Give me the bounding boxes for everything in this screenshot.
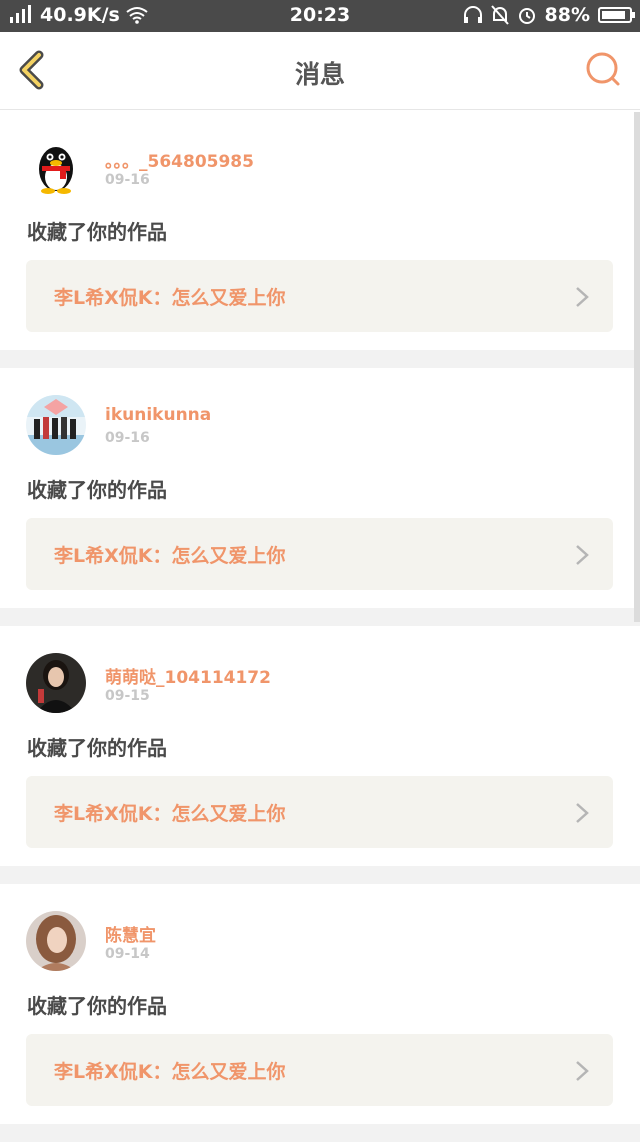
message-date: 09-14 [105, 946, 150, 962]
username[interactable]: 。。。_564805985 [105, 147, 254, 172]
work-title: 李L希X侃K：怎么又爱上你 [54, 803, 286, 825]
work-title: 李L希X侃K：怎么又爱上你 [54, 1061, 286, 1083]
chevron-right-icon [576, 545, 589, 565]
message-card: 萌萌哒_104114172 09-15 收藏了你的作品 李L希X侃K：怎么又爱上… [0, 626, 640, 866]
work-link[interactable]: 李L希X侃K：怎么又爱上你 [26, 776, 613, 848]
message-date: 09-16 [105, 172, 150, 188]
qq-penguin-avatar[interactable] [26, 137, 86, 197]
alarm-icon [518, 8, 535, 24]
message-date: 09-15 [105, 688, 150, 704]
status-right: 88% [463, 4, 635, 26]
message-date: 09-16 [105, 430, 150, 446]
work-link[interactable]: 李L希X侃K：怎么又爱上你 [26, 1034, 613, 1106]
message-card: 陈慧宜 09-14 收藏了你的作品 李L希X侃K：怎么又爱上你 [0, 884, 640, 1124]
username[interactable]: 萌萌哒_104114172 [105, 663, 271, 688]
work-title: 李L希X侃K：怎么又爱上你 [54, 287, 286, 309]
battery-level [602, 11, 625, 19]
status-bar: 40.9K/s 20:23 88% [0, 0, 640, 32]
work-link[interactable]: 李L希X侃K：怎么又爱上你 [26, 260, 613, 332]
username[interactable]: 陈慧宜 [105, 921, 156, 946]
work-title: 李L希X侃K：怎么又爱上你 [54, 545, 286, 567]
action-text: 收藏了你的作品 [27, 994, 167, 1018]
message-card: 。。。_564805985 09-16 收藏了你的作品 李L希X侃K：怎么又爱上… [0, 110, 640, 350]
header: 消息 [0, 32, 640, 110]
page-title: 消息 [294, 60, 345, 89]
bell-muted-icon [490, 5, 509, 25]
username[interactable]: ikunikunna [105, 405, 211, 425]
search-icon [586, 52, 620, 86]
group-photo-avatar[interactable] [26, 395, 86, 455]
search-button[interactable] [584, 50, 624, 90]
woman-portrait-avatar[interactable] [26, 911, 86, 971]
chevron-right-icon [576, 1061, 589, 1081]
scrollbar[interactable] [634, 112, 640, 622]
battery-percent: 88% [544, 4, 590, 26]
battery-icon [598, 7, 635, 23]
message-card: ikunikunna 09-16 收藏了你的作品 李L希X侃K：怎么又爱上你 [0, 368, 640, 608]
chevron-right-icon [576, 803, 589, 823]
chevron-right-icon [576, 287, 589, 307]
woman-photo-avatar[interactable] [26, 653, 86, 713]
work-link[interactable]: 李L希X侃K：怎么又爱上你 [26, 518, 613, 590]
action-text: 收藏了你的作品 [27, 220, 167, 244]
message-list: 。。。_564805985 09-16 收藏了你的作品 李L希X侃K：怎么又爱上… [0, 110, 640, 1142]
action-text: 收藏了你的作品 [27, 736, 167, 760]
action-text: 收藏了你的作品 [27, 478, 167, 502]
headphones-icon [463, 6, 482, 23]
